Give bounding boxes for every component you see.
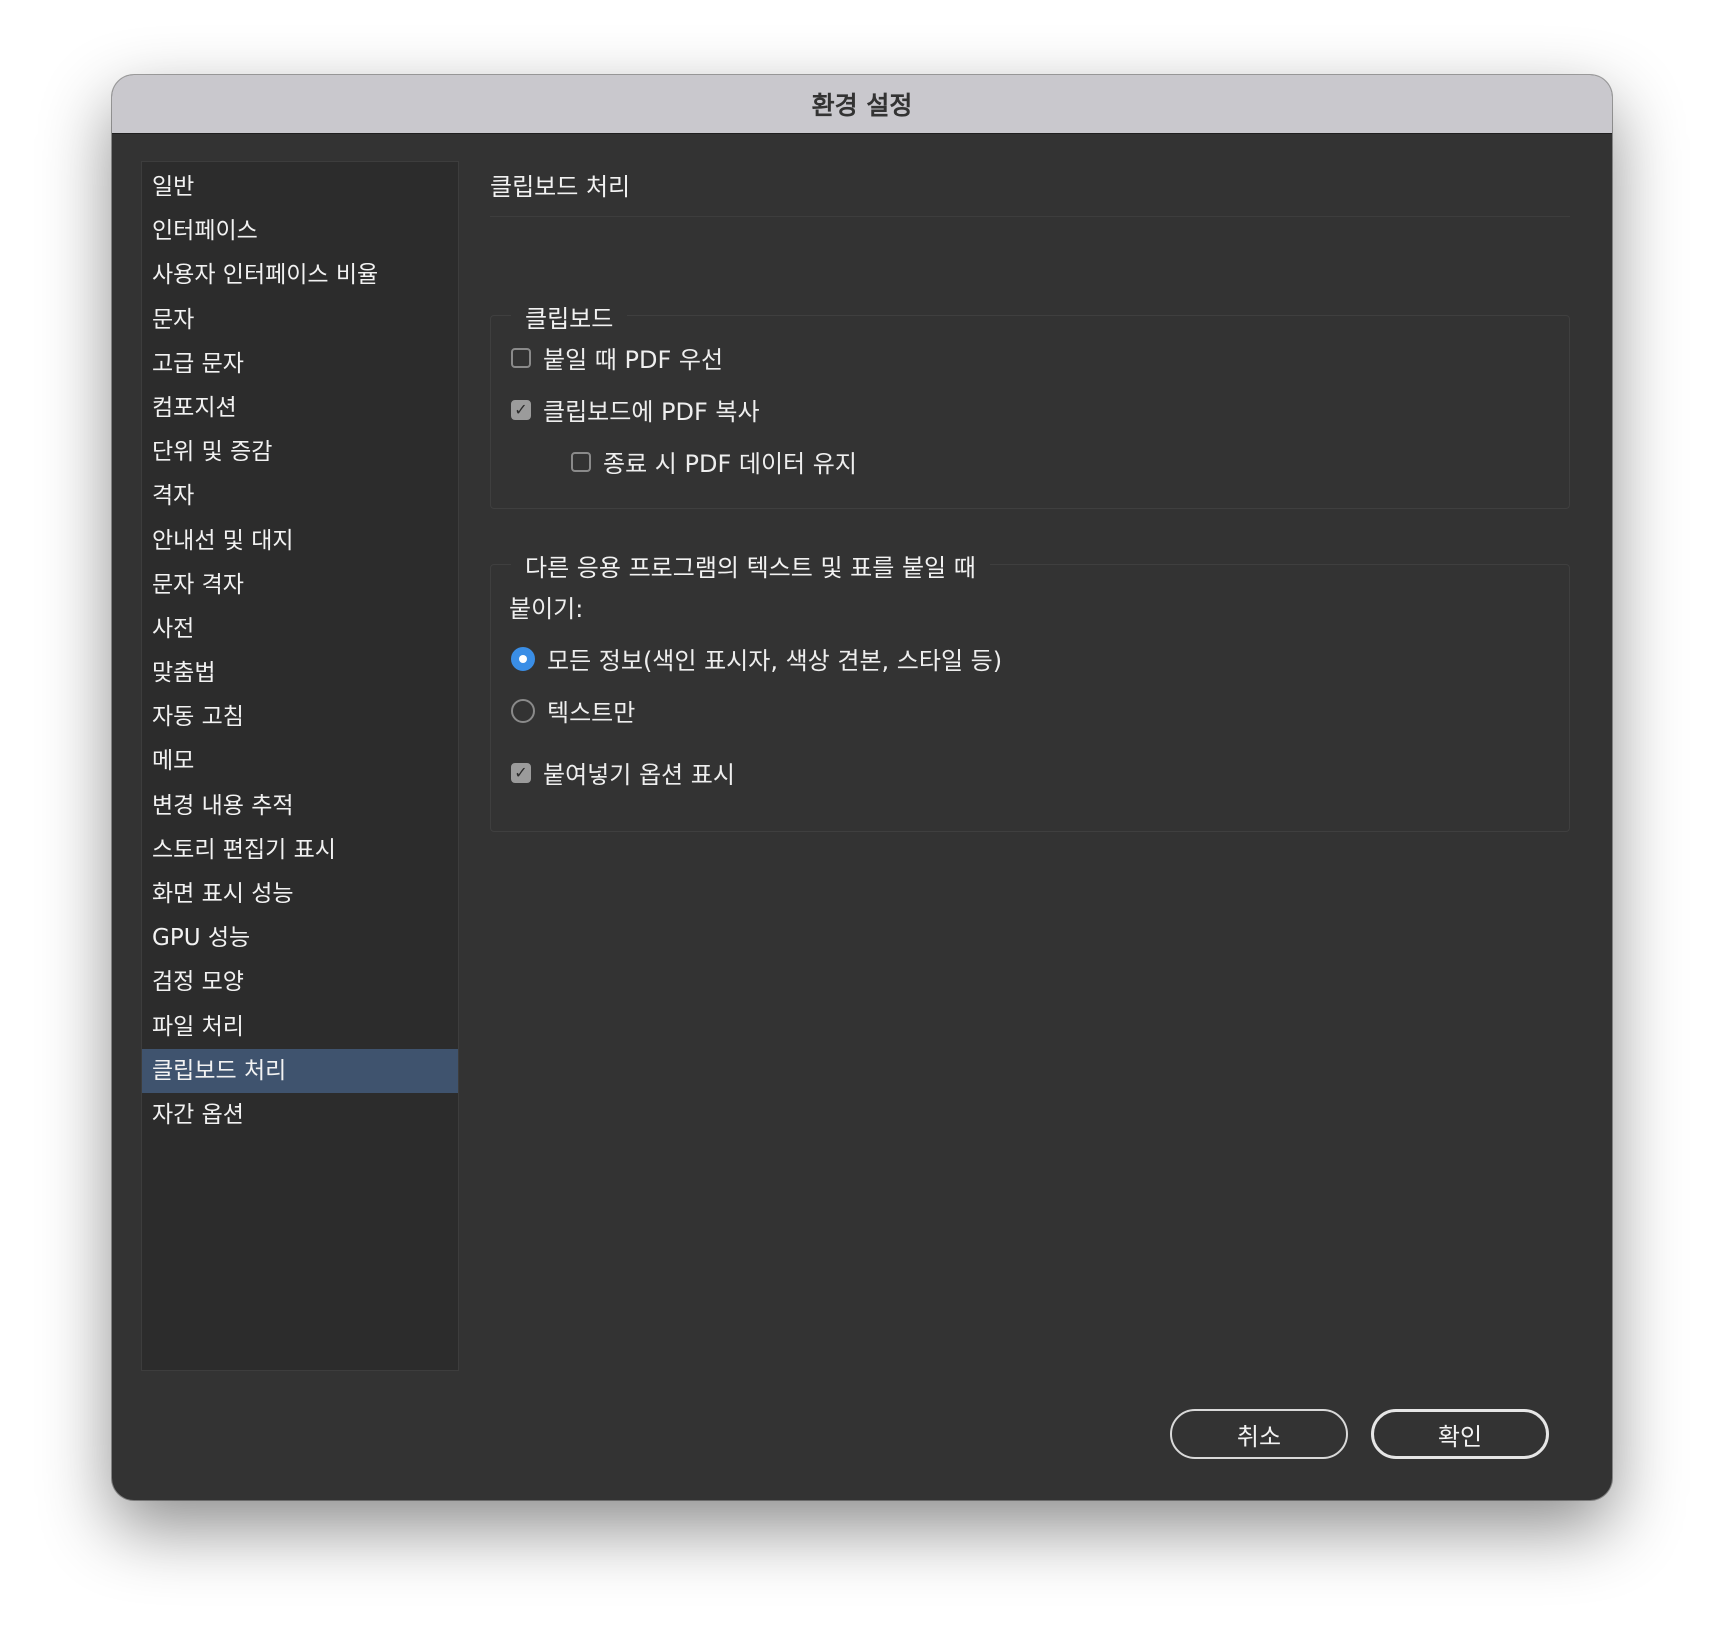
content-panel: 클립보드 처리 클립보드 붙일 때 PDF 우선 ✓ 클립보드에 PDF 복사 … (490, 161, 1570, 832)
preserve-pdf-checkbox[interactable] (571, 451, 591, 472)
ok-button[interactable]: 확인 (1371, 1409, 1549, 1459)
copy-pdf-row[interactable]: ✓ 클립보드에 PDF 복사 (511, 392, 760, 427)
preserve-pdf-row[interactable]: 종료 시 PDF 데이터 유지 (571, 444, 857, 479)
paste-group-legend: 다른 응용 프로그램의 텍스트 및 표를 붙일 때 (511, 548, 990, 583)
page-title: 클립보드 처리 (490, 173, 631, 201)
sidebar-item-file-handling[interactable]: 파일 처리 (142, 1005, 458, 1049)
title-bar: 환경 설정 (112, 75, 1612, 134)
sidebar-item-composition[interactable]: 컴포지션 (142, 386, 458, 430)
show-options-row[interactable]: ✓ 붙여넣기 옵션 표시 (511, 755, 735, 790)
show-options-checkbox[interactable]: ✓ (511, 762, 531, 783)
clipboard-group: 클립보드 붙일 때 PDF 우선 ✓ 클립보드에 PDF 복사 종료 시 PDF… (490, 299, 1570, 509)
window-title: 환경 설정 (811, 91, 913, 120)
sidebar-item-interface[interactable]: 인터페이스 (142, 209, 458, 253)
sidebar-item-grids[interactable]: 격자 (142, 474, 458, 518)
sidebar-item-general[interactable]: 일반 (142, 165, 458, 209)
all-info-radio[interactable] (511, 646, 535, 671)
radio-dot (519, 654, 527, 663)
copy-pdf-checkbox[interactable]: ✓ (511, 399, 531, 420)
preserve-pdf-label: 종료 시 PDF 데이터 유지 (603, 450, 857, 478)
sidebar-item-spelling[interactable]: 맞춤법 (142, 651, 458, 695)
sidebar-item-advanced-type[interactable]: 고급 문자 (142, 342, 458, 386)
sidebar-item-gpu-performance[interactable]: GPU 성능 (142, 916, 458, 960)
text-only-radio[interactable] (511, 698, 535, 723)
show-options-label: 붙여넣기 옵션 표시 (543, 761, 735, 789)
sidebar-item-ui-scaling[interactable]: 사용자 인터페이스 비율 (142, 253, 458, 297)
text-only-row[interactable]: 텍스트만 (511, 693, 635, 728)
sidebar-item-type[interactable]: 문자 (142, 298, 458, 342)
paste-label: 붙이기: (509, 595, 584, 623)
title-divider (490, 216, 1570, 217)
sidebar-item-display-performance[interactable]: 화면 표시 성능 (142, 872, 458, 916)
sidebar-item-track-changes[interactable]: 변경 내용 추적 (142, 784, 458, 828)
sidebar-item-guides-pasteboard[interactable]: 안내선 및 대지 (142, 519, 458, 563)
all-info-row[interactable]: 모든 정보(색인 표시자, 색상 견본, 스타일 등) (511, 641, 1002, 676)
sidebar-item-notes[interactable]: 메모 (142, 739, 458, 783)
sidebar-item-mojikumi[interactable]: 자간 옵션 (142, 1093, 458, 1137)
checkmark-icon: ✓ (514, 399, 528, 419)
prefer-pdf-row[interactable]: 붙일 때 PDF 우선 (511, 340, 723, 375)
copy-pdf-label: 클립보드에 PDF 복사 (543, 398, 760, 426)
prefer-pdf-checkbox[interactable] (511, 347, 531, 368)
paste-group: 다른 응용 프로그램의 텍스트 및 표를 붙일 때 붙이기: 모든 정보(색인 … (490, 548, 1570, 832)
sidebar-list: 일반 인터페이스 사용자 인터페이스 비율 문자 고급 문자 컴포지션 단위 및… (142, 165, 458, 1137)
cancel-button[interactable]: 취소 (1170, 1409, 1348, 1459)
sidebar-item-story-editor[interactable]: 스토리 편집기 표시 (142, 828, 458, 872)
sidebar-item-dictionary[interactable]: 사전 (142, 607, 458, 651)
prefer-pdf-label: 붙일 때 PDF 우선 (543, 346, 724, 374)
sidebar-item-autocorrect[interactable]: 자동 고침 (142, 695, 458, 739)
sidebar-item-clipboard-handling[interactable]: 클립보드 처리 (142, 1048, 458, 1093)
sidebar-item-black-appearance[interactable]: 검정 모양 (142, 960, 458, 1004)
all-info-label: 모든 정보(색인 표시자, 색상 견본, 스타일 등) (547, 647, 1003, 675)
preferences-window: 환경 설정 일반 인터페이스 사용자 인터페이스 비율 문자 고급 문자 컴포지… (112, 75, 1612, 1500)
clipboard-group-legend: 클립보드 (511, 299, 628, 334)
text-only-label: 텍스트만 (547, 699, 636, 727)
sidebar-item-units-increments[interactable]: 단위 및 증감 (142, 430, 458, 474)
checkmark-icon: ✓ (514, 762, 528, 782)
sidebar-item-frame-grid[interactable]: 문자 격자 (142, 563, 458, 607)
sidebar: 일반 인터페이스 사용자 인터페이스 비율 문자 고급 문자 컴포지션 단위 및… (141, 161, 459, 1371)
